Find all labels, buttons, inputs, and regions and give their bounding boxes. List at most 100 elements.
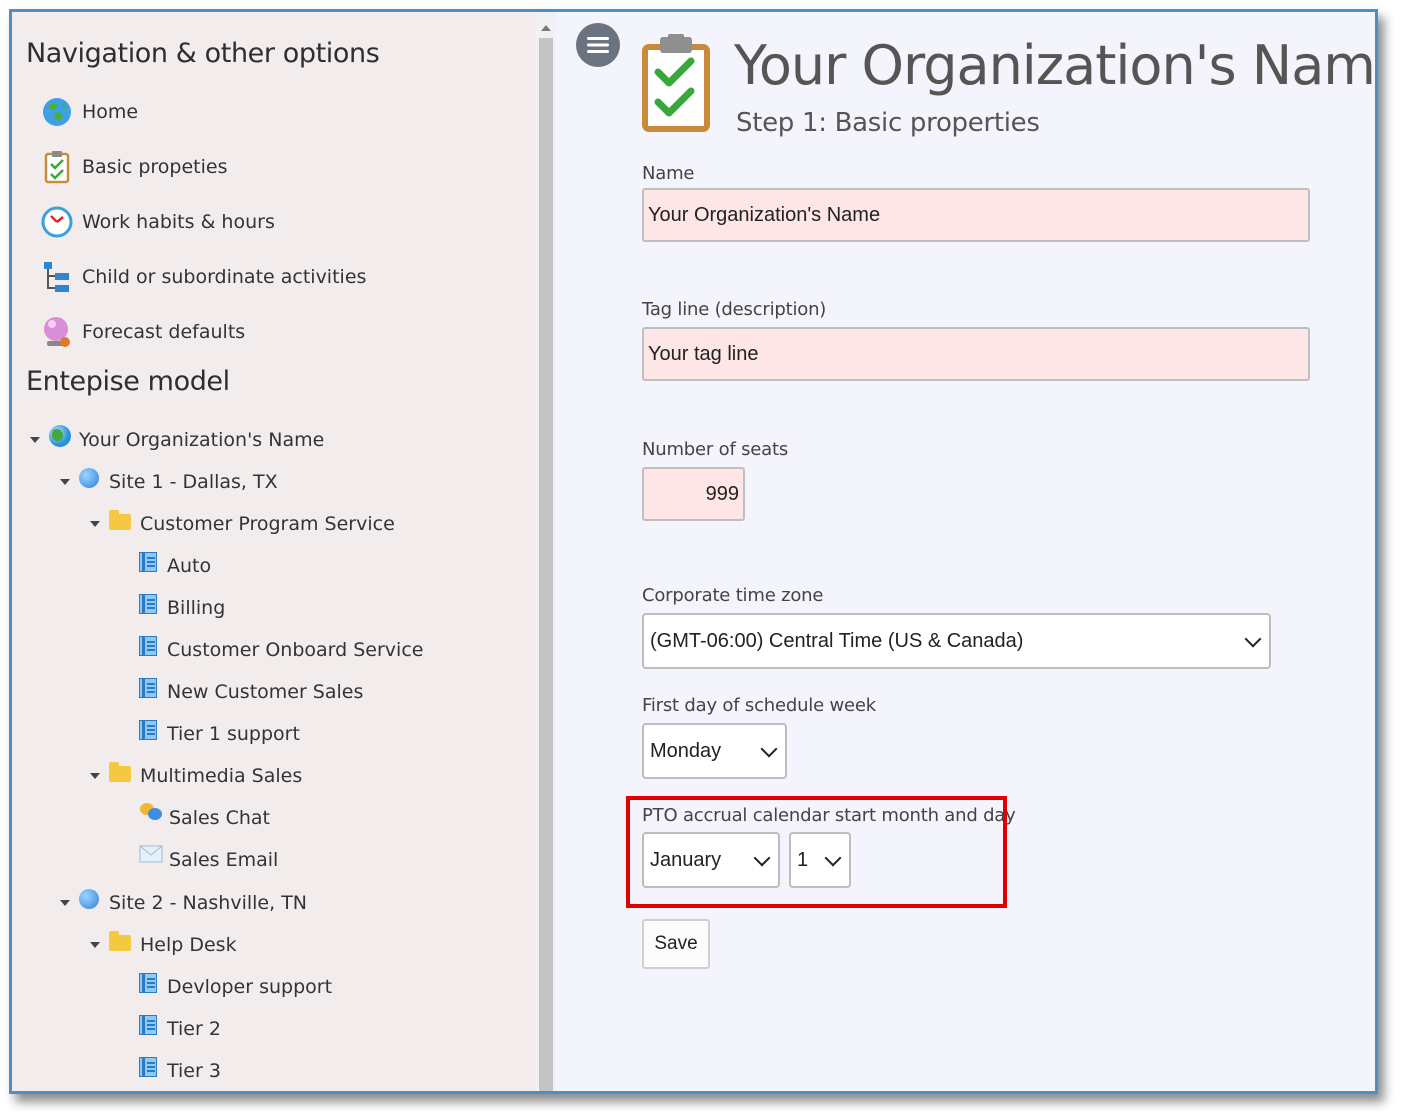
activity-book-icon	[139, 720, 157, 740]
chat-bubbles-icon	[139, 801, 163, 828]
timezone-value: (GMT-06:00) Central Time (US & Canada)	[650, 629, 1024, 652]
activity-book-icon	[139, 1015, 157, 1035]
timezone-label: Corporate time zone	[642, 585, 824, 606]
hierarchy-icon	[40, 260, 74, 294]
save-button[interactable]: Save	[642, 919, 710, 969]
seats-field[interactable]: 999	[642, 467, 745, 521]
tree-label: Auto	[167, 555, 212, 577]
tree-label: Devloper support	[167, 976, 333, 998]
tree-label: Tier 1 support	[167, 723, 300, 745]
tree-label: Multimedia Sales	[140, 765, 303, 787]
name-field[interactable]: Your Organization's Name	[642, 188, 1310, 242]
tree-label: Customer Program Service	[140, 513, 395, 535]
tree-node-organization[interactable]: Your Organization's Name	[30, 425, 325, 454]
nav-heading: Navigation & other options	[26, 38, 380, 69]
chevron-down-icon	[824, 849, 842, 867]
caret-down-icon[interactable]	[90, 942, 100, 948]
tree-node-tier1-support[interactable]: Tier 1 support	[139, 720, 300, 748]
tree-node-customer-program-service[interactable]: Customer Program Service	[90, 510, 395, 538]
nav-label-child-activities: Child or subordinate activities	[82, 266, 367, 288]
app-window: Navigation & other options Home Basic pr…	[9, 9, 1378, 1094]
tree-node-site1[interactable]: Site 1 - Dallas, TX	[60, 468, 278, 496]
tree-node-new-customer-sales[interactable]: New Customer Sales	[139, 678, 363, 706]
clipboard-icon	[40, 150, 74, 184]
globe-icon	[49, 425, 71, 447]
nav-label-home: Home	[82, 101, 139, 123]
nav-label-work-habits: Work habits & hours	[82, 211, 275, 233]
clipboard-logo-icon	[638, 34, 714, 138]
tree-node-tier2[interactable]: Tier 2	[139, 1015, 221, 1043]
tree-heading: Entepise model	[26, 366, 230, 397]
firstday-label: First day of schedule week	[642, 695, 876, 716]
folder-icon	[109, 510, 131, 530]
left-panel: Navigation & other options Home Basic pr…	[12, 12, 536, 1091]
caret-down-icon[interactable]	[90, 773, 100, 779]
caret-down-icon[interactable]	[60, 479, 70, 485]
firstday-select[interactable]: Monday	[642, 723, 787, 779]
chevron-down-icon	[1244, 630, 1262, 648]
seats-label: Number of seats	[642, 439, 789, 460]
pto-label: PTO accrual calendar start month and day	[642, 805, 1016, 826]
tree-node-help-desk[interactable]: Help Desk	[90, 931, 237, 959]
tree-label: Tier 2	[167, 1018, 221, 1040]
timezone-select[interactable]: (GMT-06:00) Central Time (US & Canada)	[642, 613, 1271, 669]
page-subtitle: Step 1: Basic properties	[736, 108, 1040, 138]
tree-label: Site 2 - Nashville, TN	[109, 892, 308, 914]
activity-book-icon	[139, 594, 157, 614]
crystal-ball-icon	[40, 315, 74, 349]
nav-item-child-activities[interactable]: Child or subordinate activities	[40, 259, 366, 295]
menu-toggle-button[interactable]	[576, 23, 620, 67]
folder-icon	[109, 762, 131, 782]
caret-down-icon[interactable]	[90, 521, 100, 527]
activity-book-icon	[139, 552, 157, 572]
page-title: Your Organization's Name	[734, 34, 1378, 97]
scrollbar-thumb[interactable]	[539, 38, 553, 1091]
tree-node-multimedia-sales[interactable]: Multimedia Sales	[90, 762, 302, 790]
clock-icon	[40, 205, 74, 239]
nav-item-forecast-defaults[interactable]: Forecast defaults	[40, 314, 245, 350]
site-globe-icon	[79, 468, 99, 488]
activity-book-icon	[139, 1057, 157, 1077]
name-label: Name	[642, 163, 695, 184]
tree-node-tier3[interactable]: Tier 3	[139, 1057, 221, 1085]
nav-label-forecast-defaults: Forecast defaults	[82, 321, 246, 343]
tree-label: Help Desk	[140, 934, 237, 956]
activity-book-icon	[139, 973, 157, 993]
nav-item-work-habits[interactable]: Work habits & hours	[40, 204, 275, 240]
tree-label: Billing	[167, 597, 226, 619]
scroll-up-arrow-icon[interactable]	[541, 25, 551, 31]
firstday-value: Monday	[650, 739, 722, 762]
folder-icon	[109, 931, 131, 951]
nav-item-basic-properties[interactable]: Basic propeties	[40, 149, 228, 185]
tagline-field[interactable]: Your tag line	[642, 327, 1310, 381]
tree-node-site2[interactable]: Site 2 - Nashville, TN	[60, 889, 307, 917]
pto-month-value: January	[650, 848, 722, 871]
tree-node-customer-onboard-service[interactable]: Customer Onboard Service	[139, 636, 423, 664]
tree-node-sales-chat[interactable]: Sales Chat	[139, 801, 271, 832]
hamburger-icon	[587, 37, 609, 53]
main-content: Your Organization's Name Step 1: Basic p…	[556, 12, 1375, 1091]
pto-day-select[interactable]: 1	[789, 832, 851, 888]
tree-label: Your Organization's Name	[79, 429, 325, 451]
envelope-icon	[139, 845, 163, 868]
caret-down-icon[interactable]	[60, 900, 70, 906]
tree-label: Site 1 - Dallas, TX	[109, 471, 278, 493]
activity-book-icon	[139, 636, 157, 656]
globe-icon	[40, 95, 74, 129]
tree-label: New Customer Sales	[167, 681, 364, 703]
tree-label: Sales Chat	[169, 807, 271, 829]
tree-label: Customer Onboard Service	[167, 639, 424, 661]
chevron-down-icon	[753, 849, 771, 867]
tagline-label: Tag line (description)	[642, 299, 827, 320]
tree-node-sales-email[interactable]: Sales Email	[139, 845, 279, 874]
pto-month-select[interactable]: January	[642, 832, 780, 888]
nav-item-home[interactable]: Home	[40, 94, 138, 130]
site-globe-icon	[79, 889, 99, 909]
left-panel-scrollbar[interactable]	[536, 12, 556, 1091]
tree-label: Tier 3	[167, 1060, 221, 1082]
tree-node-auto[interactable]: Auto	[139, 552, 211, 580]
tree-label: Sales Email	[169, 849, 279, 871]
tree-node-billing[interactable]: Billing	[139, 594, 225, 622]
caret-down-icon[interactable]	[30, 437, 40, 443]
tree-node-developer-support[interactable]: Devloper support	[139, 973, 332, 1001]
